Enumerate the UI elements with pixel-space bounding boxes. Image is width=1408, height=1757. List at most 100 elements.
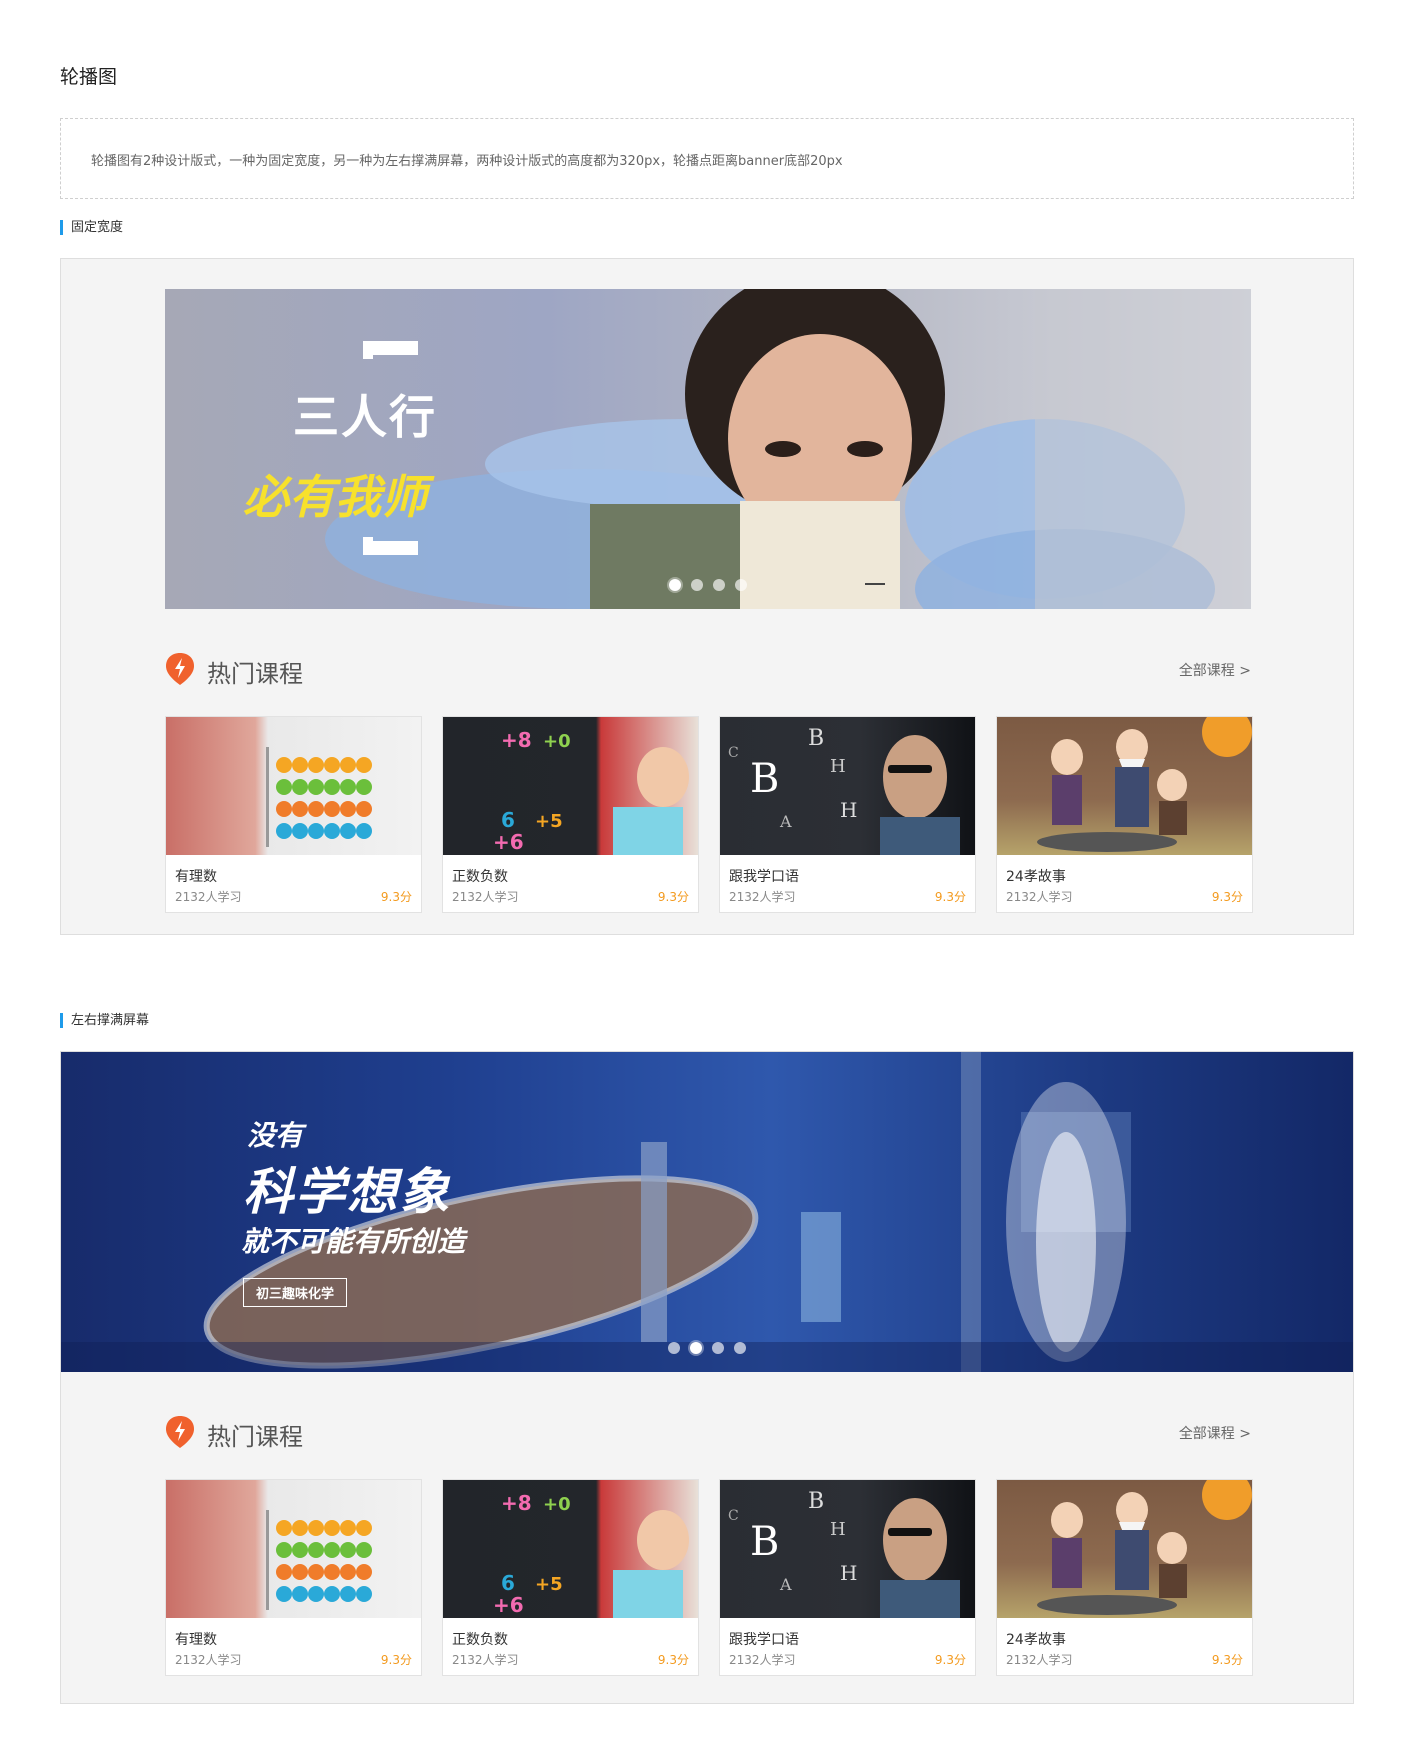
svg-text:+0: +0 (543, 731, 571, 752)
course-learner-count: 2132人学习 (452, 890, 519, 904)
carousel-banner-fixed[interactable]: 三人行 必有我师 (165, 289, 1251, 609)
course-learner-count: 2132人学习 (729, 1653, 796, 1667)
svg-text:+0: +0 (543, 1494, 571, 1515)
description-text: 轮播图有2种设计版式，一种为固定宽度，另一种为左右撑满屏幕，两种设计版式的高度都… (91, 154, 843, 169)
svg-text:A: A (779, 1575, 792, 1594)
course-score: 9.3分 (1211, 890, 1243, 904)
section-label-full-width: 左右撑满屏幕 (60, 1013, 149, 1028)
course-score: 9.3分 (934, 890, 966, 904)
banner-slogan-line1: 没有 (247, 1119, 304, 1152)
hot-courses-header: 热门课程 全部课程 > (165, 1411, 1251, 1451)
svg-text:B: B (808, 726, 824, 751)
course-learner-count: 2132人学习 (1006, 890, 1073, 904)
svg-text:B: B (750, 756, 779, 802)
banner-illustration (325, 289, 1251, 609)
course-list: 有理数 2132人学习 9.3分 +8 +0 6 +6 +5 正数负数 2132… (165, 716, 1253, 913)
banner-course-badge[interactable]: 初三趣味化学 (243, 1278, 348, 1307)
svg-text:H: H (840, 1561, 857, 1585)
carousel-banner-full[interactable]: 没有 科学想象 就不可能有所创造 初三趣味化学 (61, 1052, 1353, 1372)
flame-icon (166, 1416, 194, 1448)
svg-text:C: C (728, 1508, 739, 1524)
course-card[interactable]: +8 +0 6 +6 +5 正数负数 2132人学习 9.3分 (442, 1479, 699, 1676)
course-thumbnail-blackboard: +8 +0 6 +6 +5 (443, 1480, 698, 1618)
course-list: 有理数 2132人学习 9.3分 +8 +0 6 +6 +5 正数负数 2132… (165, 1479, 1253, 1676)
carousel-dots (668, 1342, 746, 1354)
course-card[interactable]: B B H A C H 跟我学口语 2132人学习 9.3分 (719, 1479, 976, 1676)
svg-text:6: 6 (501, 808, 515, 832)
svg-text:+6: +6 (493, 830, 524, 854)
svg-text:+6: +6 (493, 1593, 524, 1617)
flame-icon (166, 653, 194, 685)
course-score: 9.3分 (1211, 1653, 1243, 1667)
course-score: 9.3分 (934, 1653, 966, 1667)
page-title: 轮播图 (60, 66, 118, 88)
carousel-dot[interactable] (669, 579, 681, 591)
banner-slogan-line2: 必有我师 (243, 470, 427, 524)
course-score: 9.3分 (657, 890, 689, 904)
course-card[interactable]: +8 +0 6 +6 +5 正数负数 2132人学习 9.3分 (442, 716, 699, 913)
svg-text:+8: +8 (501, 728, 532, 752)
course-card[interactable]: 24孝故事 2132人学习 9.3分 (996, 1479, 1253, 1676)
carousel-dot[interactable] (668, 1342, 680, 1354)
course-title: 正数负数 (452, 869, 508, 885)
course-card[interactable]: 24孝故事 2132人学习 9.3分 (996, 716, 1253, 913)
fixed-width-frame: 三人行 必有我师 热门课程 全部课程 > 有理数 2132人学习 9.3分 +8… (60, 258, 1354, 935)
course-thumbnail-story (997, 1480, 1252, 1618)
course-thumbnail-abacus (166, 717, 421, 855)
course-learner-count: 2132人学习 (729, 890, 796, 904)
svg-text:+5: +5 (535, 811, 563, 832)
carousel-dot[interactable] (712, 1342, 724, 1354)
course-learner-count: 2132人学习 (175, 1653, 242, 1667)
hot-courses-title: 热门课程 (207, 1423, 303, 1451)
section-label-fixed-width: 固定宽度 (60, 220, 123, 235)
hot-courses-header: 热门课程 全部课程 > (165, 648, 1251, 688)
full-width-frame: 没有 科学想象 就不可能有所创造 初三趣味化学 热门课程 全部课程 > 有理数 … (60, 1051, 1354, 1704)
course-title: 24孝故事 (1006, 869, 1066, 885)
svg-text:A: A (779, 812, 792, 831)
banner-bracket-top (363, 341, 418, 359)
hot-courses-title: 热门课程 (207, 660, 303, 688)
svg-text:H: H (830, 1519, 846, 1540)
course-title: 24孝故事 (1006, 1632, 1066, 1648)
course-thumbnail-abacus (166, 1480, 421, 1618)
svg-text:B: B (808, 1489, 824, 1514)
carousel-dot[interactable] (735, 579, 747, 591)
description-box: 轮播图有2种设计版式，一种为固定宽度，另一种为左右撑满屏幕，两种设计版式的高度都… (60, 118, 1354, 199)
carousel-dots (669, 579, 747, 591)
course-title: 跟我学口语 (729, 1632, 799, 1648)
course-card[interactable]: B B H A C H 跟我学口语 2132人学习 9.3分 (719, 716, 976, 913)
course-score: 9.3分 (380, 890, 412, 904)
course-thumbnail-letters: B B H A C H (720, 1480, 975, 1618)
all-courses-link[interactable]: 全部课程 > (1179, 1423, 1251, 1443)
course-score: 9.3分 (657, 1653, 689, 1667)
course-learner-count: 2132人学习 (1006, 1653, 1073, 1667)
all-courses-link[interactable]: 全部课程 > (1179, 660, 1251, 680)
svg-text:+8: +8 (501, 1491, 532, 1515)
svg-text:H: H (840, 798, 857, 822)
svg-text:H: H (830, 756, 846, 777)
course-thumbnail-story (997, 717, 1252, 855)
banner-slogan-line1: 三人行 (293, 390, 437, 444)
svg-text:6: 6 (501, 1571, 515, 1595)
course-thumbnail-letters: B B H A C H (720, 717, 975, 855)
course-learner-count: 2132人学习 (452, 1653, 519, 1667)
course-card[interactable]: 有理数 2132人学习 9.3分 (165, 1479, 422, 1676)
carousel-dot[interactable] (713, 579, 725, 591)
course-score: 9.3分 (380, 1653, 412, 1667)
svg-text:C: C (728, 745, 739, 761)
course-title: 有理数 (175, 869, 217, 885)
carousel-dot[interactable] (690, 1342, 702, 1354)
course-learner-count: 2132人学习 (175, 890, 242, 904)
svg-text:B: B (750, 1519, 779, 1565)
svg-text:+5: +5 (535, 1574, 563, 1595)
course-title: 跟我学口语 (729, 869, 799, 885)
banner-slogan-line3: 就不可能有所创造 (241, 1225, 466, 1258)
course-title: 正数负数 (452, 1632, 508, 1648)
banner-bracket-bottom (363, 537, 418, 555)
carousel-dot[interactable] (691, 579, 703, 591)
course-thumbnail-blackboard: +8 +0 6 +6 +5 (443, 717, 698, 855)
course-title: 有理数 (175, 1632, 217, 1648)
course-card[interactable]: 有理数 2132人学习 9.3分 (165, 716, 422, 913)
carousel-dot[interactable] (734, 1342, 746, 1354)
banner-slogan-line2: 科学想象 (243, 1163, 451, 1221)
